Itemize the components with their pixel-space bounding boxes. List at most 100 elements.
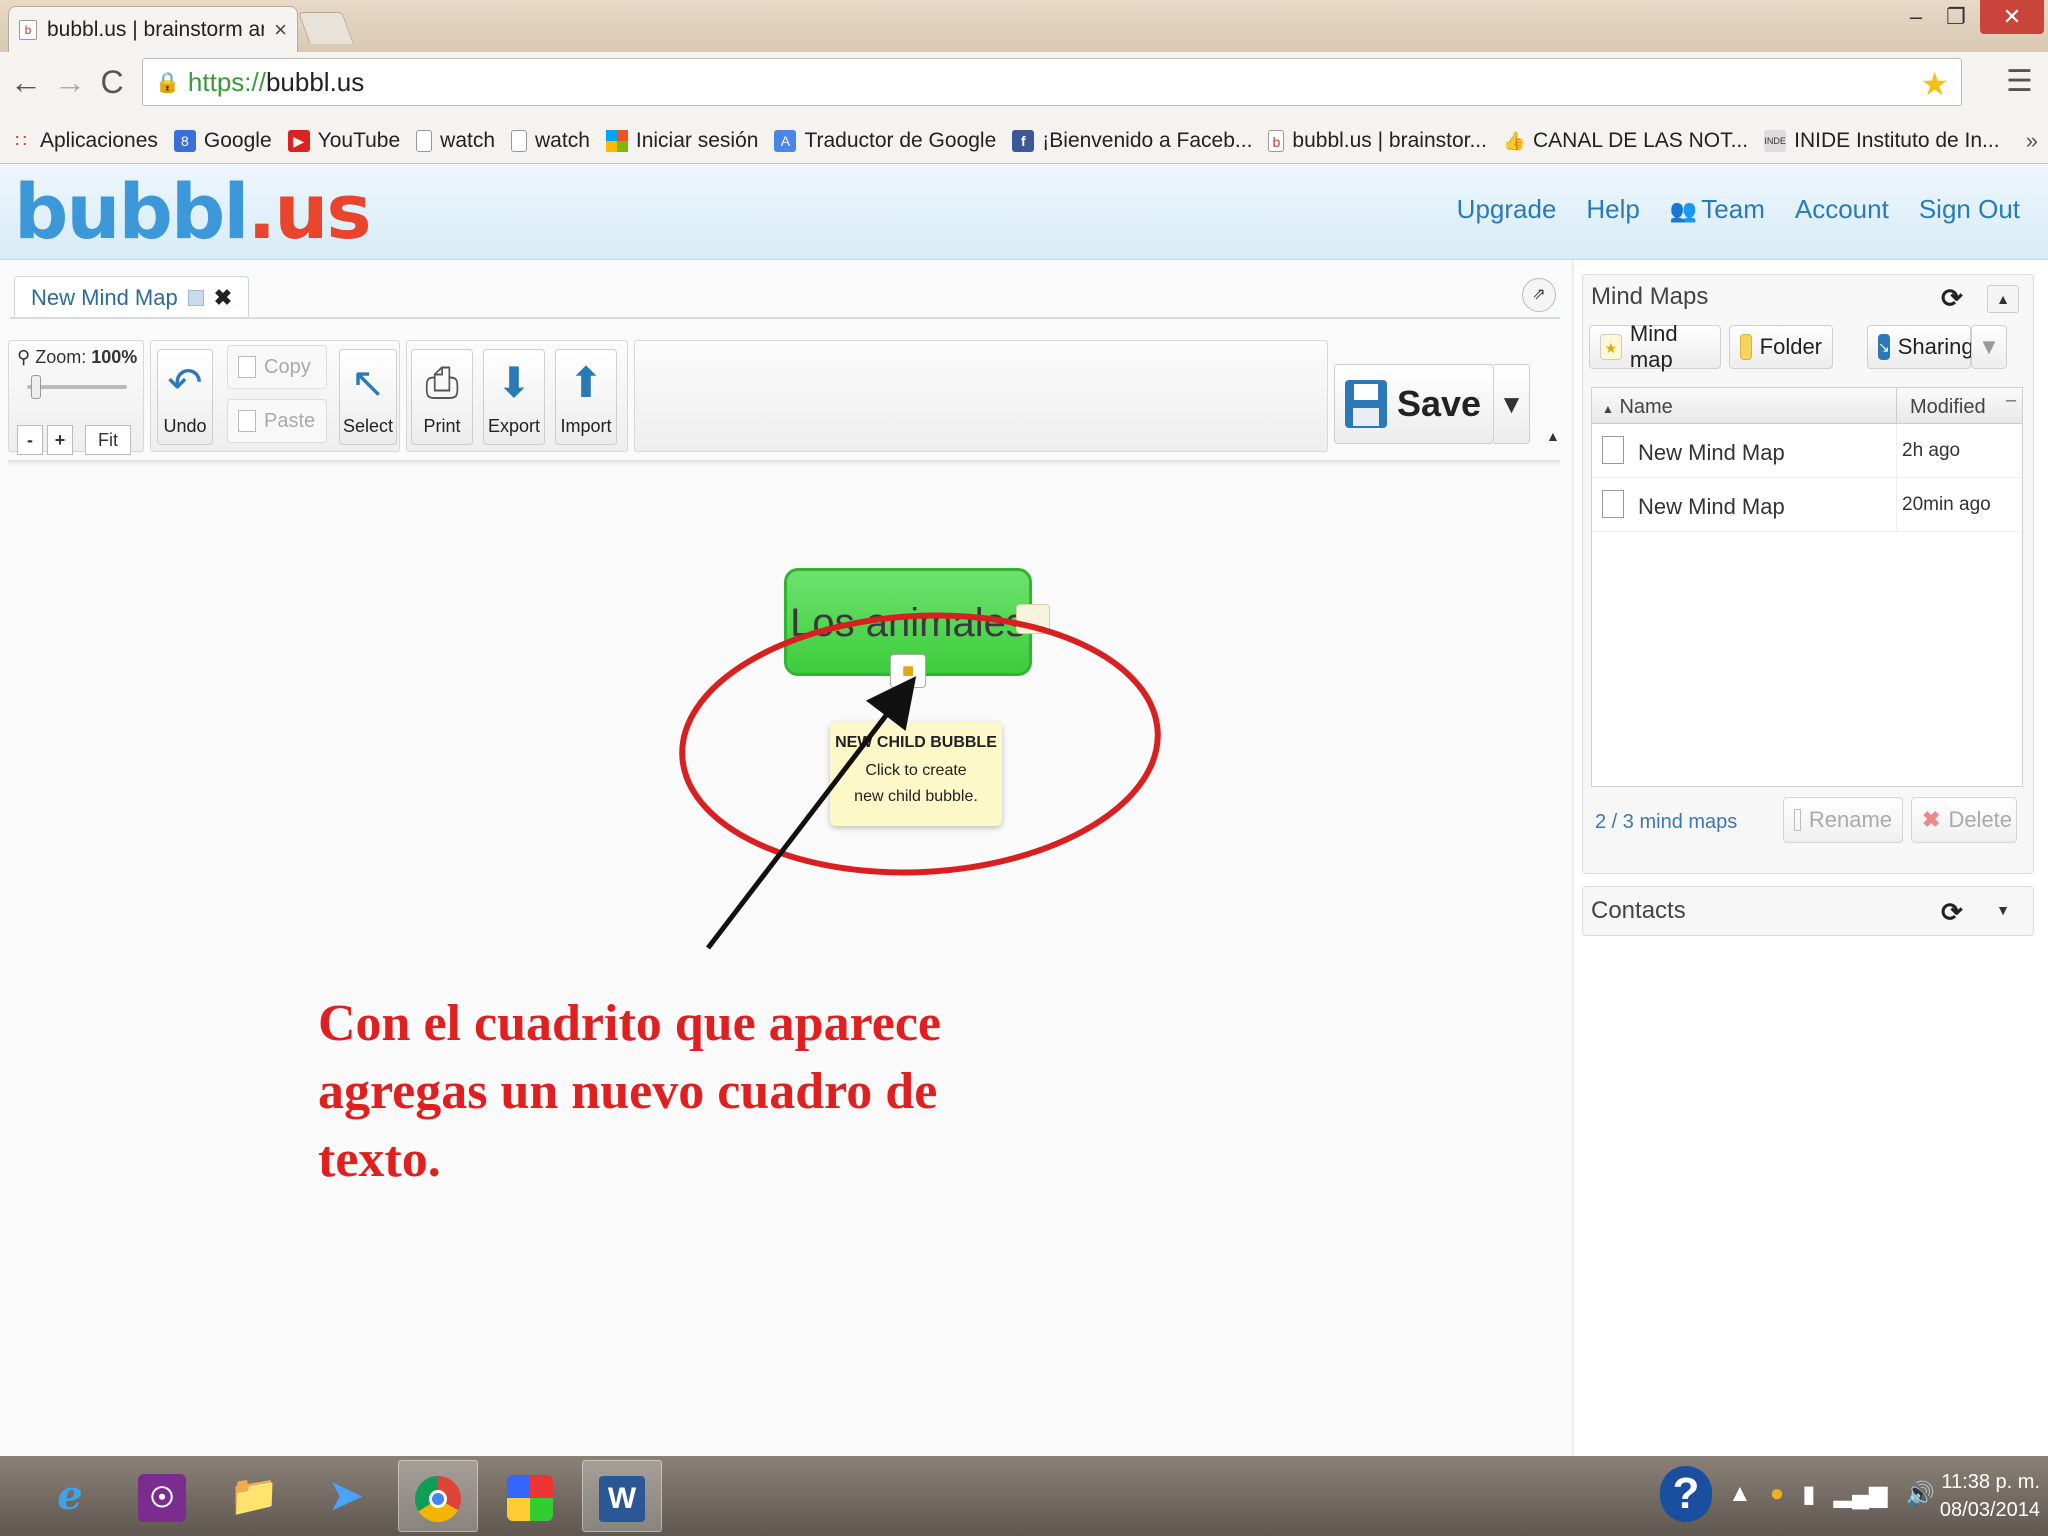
editor-area: New Mind Map ✖ ⇗ ⚲ Zoom: 100% - + Fit ↶ … (0, 260, 1572, 1456)
column-modified-header[interactable]: Modified (1910, 396, 1986, 419)
forward-button[interactable]: → (52, 62, 88, 102)
google-icon: 8 (173, 129, 196, 152)
browser-titlebar: b bubbl.us | brainstorm and × – ❐ ✕ (0, 0, 2048, 52)
refresh-icon[interactable]: ⟳ (1941, 283, 1963, 314)
save-button[interactable]: Save (1334, 364, 1494, 444)
podcast-icon[interactable]: ☉ (122, 1460, 202, 1532)
zoom-group: ⚲ Zoom: 100% - + Fit (8, 340, 144, 455)
lock-icon: 🔒 (155, 71, 180, 94)
window-minimize-button[interactable]: – (1896, 0, 1936, 34)
new-tab-button[interactable] (298, 12, 354, 44)
annotation-caption: Con el cuadrito que aparece agregas un n… (318, 995, 941, 1188)
reload-button[interactable]: C (94, 62, 130, 102)
help-link[interactable]: Help (1586, 194, 1639, 225)
sharing-dropdown-icon[interactable]: ▼ (1971, 325, 2007, 369)
address-bar[interactable]: 🔒 https:// bubbl.us ★ (142, 58, 1962, 106)
expand-down-icon[interactable]: ▼ (1987, 897, 2019, 925)
column-menu-icon[interactable]: ─ (2006, 392, 2016, 408)
bookmark-item[interactable]: ▶ YouTube (287, 129, 400, 153)
import-arrow-up-icon: ⬆ (568, 359, 604, 406)
windows-taskbar: e ☉ 📁 ➤ W ? ▲ ● ▮ ▂▄▆ 🔊 11:38 p. m. 08/0… (0, 1456, 2048, 1536)
signout-link[interactable]: Sign Out (1919, 194, 2020, 225)
battery-icon[interactable]: ▮ (1802, 1480, 1815, 1509)
notification-icon[interactable]: ● (1770, 1480, 1785, 1509)
export-button[interactable]: ⬇ Export (483, 349, 545, 445)
team-link[interactable]: 👥 Team (1670, 194, 1765, 225)
bookmark-item[interactable]: Iniciar sesión (605, 128, 759, 153)
signal-icon[interactable]: ▂▄▆ (1833, 1480, 1887, 1509)
internet-explorer-icon[interactable]: e (30, 1460, 110, 1532)
tab-close-icon[interactable]: × (274, 17, 287, 43)
zoom-slider[interactable] (27, 375, 127, 399)
close-icon[interactable]: ✖ (214, 285, 232, 311)
bookmark-item[interactable]: 👍 CANAL DE LAS NOT... (1503, 129, 1748, 153)
window-maximize-button[interactable]: ❐ (1936, 0, 1976, 34)
browser-tab-active[interactable]: b bubbl.us | brainstorm and × (8, 6, 298, 52)
new-child-bubble-icon[interactable]: ■ (890, 654, 926, 688)
bookmark-label: INIDE Instituto de In... (1794, 128, 2000, 152)
more-bookmarks-icon[interactable]: » (2026, 128, 2038, 154)
refresh-icon[interactable]: ⟳ (1941, 897, 1963, 928)
bookmark-label: ¡Bienvenido a Faceb... (1042, 128, 1253, 152)
file-explorer-icon[interactable]: 📁 (214, 1460, 294, 1532)
table-row[interactable]: New Mind Map 20min ago (1592, 478, 2022, 532)
bookmark-item[interactable]: ∷ Aplicaciones (10, 129, 158, 153)
copy-button[interactable]: Copy (227, 345, 327, 389)
save-dropdown-button[interactable]: ▼ (1494, 364, 1530, 444)
paint-icon[interactable] (490, 1460, 570, 1532)
bookmark-star-icon[interactable]: ★ (1920, 65, 1949, 103)
mindmaps-panel: Mind Maps ⟳ ▲ ★ Mind map Folder ↘ Sharing … (1582, 274, 2034, 874)
back-button[interactable]: ← (8, 62, 44, 102)
undo-button[interactable]: ↶ Undo (157, 349, 213, 445)
import-button[interactable]: ⬆ Import (555, 349, 617, 445)
copy-icon (238, 356, 256, 378)
bookmark-label: Iniciar sesión (635, 128, 759, 152)
column-divider (1896, 478, 1897, 532)
bookmarks-bar: ∷ Aplicaciones 8 Google ▶ YouTube watch wat… (0, 118, 2048, 164)
right-sidebar: Mind Maps ⟳ ▲ ★ Mind map Folder ↘ Sharing … (1572, 260, 2048, 1456)
window-close-button[interactable]: ✕ (1980, 0, 2044, 34)
sibling-bubble-handle[interactable] (1016, 604, 1050, 634)
browser-menu-icon[interactable]: ☰ (2006, 64, 2033, 99)
bubblus-logo[interactable]: bubbl.us (14, 174, 372, 250)
floppy-disk-icon (1345, 380, 1387, 428)
table-row[interactable]: New Mind Map 2h ago (1592, 424, 2022, 478)
help-icon[interactable]: ? (1660, 1466, 1712, 1522)
bookmark-item[interactable]: INDE INIDE Instituto de In... (1764, 128, 2000, 153)
mindmap-count: 2 / 3 mind maps (1595, 811, 1738, 833)
document-tab[interactable]: New Mind Map ✖ (14, 276, 250, 318)
new-mindmap-button[interactable]: ★ Mind map (1589, 321, 1721, 372)
bookmark-item[interactable]: watch (511, 129, 590, 153)
select-button[interactable]: ↖ Select (339, 349, 397, 445)
zoom-out-button[interactable]: - (17, 425, 43, 455)
column-name-header[interactable]: ▲ Name (1602, 396, 1673, 419)
print-button[interactable]: ⎙ Print (411, 349, 473, 445)
upgrade-link[interactable]: Upgrade (1457, 194, 1557, 225)
rename-button[interactable]: Rename (1783, 797, 1903, 843)
sharing-button[interactable]: ↘ Sharing (1867, 325, 1974, 369)
chrome-icon[interactable] (398, 1460, 478, 1532)
bookmark-item[interactable]: b bubbl.us | brainstor... (1268, 129, 1487, 153)
tray-expand-icon[interactable]: ▲ (1728, 1480, 1752, 1509)
toolbar-collapse-icon[interactable]: ▲ (1546, 428, 1560, 444)
bookmark-item[interactable]: A Traductor de Google (774, 129, 996, 153)
column-divider (1896, 424, 1897, 478)
zoom-slider-thumb[interactable] (31, 375, 41, 399)
new-folder-button[interactable]: Folder (1729, 325, 1833, 369)
delete-button[interactable]: ✖ Delete (1911, 797, 2017, 843)
rocket-icon[interactable]: ➤ (306, 1460, 386, 1532)
paste-button[interactable]: Paste (227, 399, 327, 443)
clock[interactable]: 11:38 p. m. 08/03/2014 (1910, 1468, 2040, 1524)
mindmaps-table: ▲ Name Modified ─ New Mind Map 2h ago Ne… (1591, 387, 2023, 787)
account-link[interactable]: Account (1795, 194, 1889, 225)
map-name: New Mind Map (1638, 494, 1785, 519)
zoom-value: 100% (91, 347, 138, 367)
bookmark-item[interactable]: watch (416, 129, 495, 153)
word-icon[interactable]: W (582, 1460, 662, 1532)
collapse-up-icon[interactable]: ▲ (1987, 285, 2019, 313)
zoom-in-button[interactable]: + (47, 425, 73, 455)
bookmark-item[interactable]: f ¡Bienvenido a Faceb... (1012, 129, 1252, 153)
fullscreen-icon[interactable]: ⇗ (1522, 278, 1556, 312)
bookmark-item[interactable]: 8 Google (173, 129, 272, 153)
zoom-fit-button[interactable]: Fit (85, 425, 131, 455)
